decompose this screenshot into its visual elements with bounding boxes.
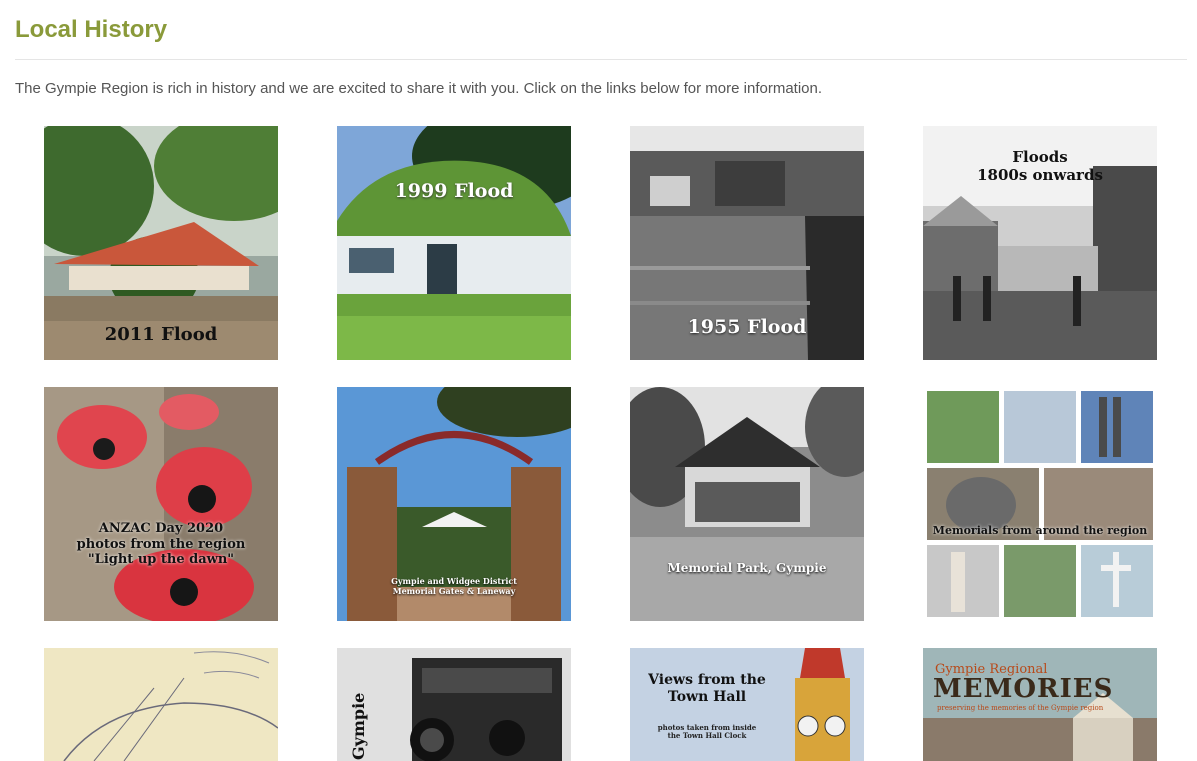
tile-camera[interactable]: Gympie <box>337 648 571 761</box>
tile-caption-line-1: Floods <box>1012 148 1068 166</box>
tile-image-camera <box>337 648 571 761</box>
tile-memorials-region[interactable]: Memorials from around the region <box>923 387 1157 621</box>
tile-memorial-gates[interactable]: Gympie and Widgee District Memorial Gate… <box>337 387 571 621</box>
page-title: Local History <box>15 16 168 43</box>
tile-1955-flood[interactable]: 1955 Flood <box>630 126 864 360</box>
tile-town-hall[interactable]: Views from the Town Hall photos taken fr… <box>630 648 864 761</box>
tile-caption: Memorials from around the region <box>932 524 1148 537</box>
tile-image-1999-flood <box>337 126 571 360</box>
tile-image-anzac-2020 <box>44 387 278 621</box>
tile-caption-line-1: Views from the <box>648 672 766 688</box>
tile-caption: Gympie <box>349 692 368 760</box>
tile-floods-1800s[interactable]: Floods 1800s onwards <box>923 126 1157 360</box>
tile-caption-line-3: preserving the memories of the Gympie re… <box>937 704 1104 712</box>
tile-caption-line-2: 1800s onwards <box>977 166 1103 184</box>
tile-regional-memories[interactable]: Gympie Regional MEMORIES preserving the … <box>923 648 1157 761</box>
tile-caption-line-1: ANZAC Day 2020 <box>98 521 224 536</box>
tile-caption-line-3: "Light up the dawn" <box>87 552 235 568</box>
tile-caption-line-2: photos from the region <box>76 536 246 552</box>
tile-caption: Memorial Park, Gympie <box>667 561 827 575</box>
tile-image-memorials-region <box>923 387 1157 621</box>
tile-old-map[interactable] <box>44 648 278 761</box>
tile-1999-flood[interactable]: 1999 Flood <box>337 126 571 360</box>
tile-caption: 1955 Flood <box>687 316 807 338</box>
tile-2011-flood[interactable]: 2011 Flood <box>44 126 278 360</box>
title-divider <box>15 59 1187 60</box>
tile-image-memorial-park <box>630 387 864 621</box>
tile-image-old-map <box>44 648 278 761</box>
tile-caption-line-2: MEMORIES <box>933 674 1114 704</box>
tile-caption-line-4: the Town Hall Clock <box>667 731 747 741</box>
tile-caption-line-2: Memorial Gates & Laneway <box>392 585 516 596</box>
intro-text: The Gympie Region is rich in history and… <box>15 80 823 97</box>
tile-anzac-2020[interactable]: ANZAC Day 2020 photos from the region "L… <box>44 387 278 621</box>
tile-caption-line-2: Town Hall <box>667 688 747 705</box>
tile-memorial-park[interactable]: Memorial Park, Gympie <box>630 387 864 621</box>
tile-caption: 2011 Flood <box>104 324 218 345</box>
tile-caption: 1999 Flood <box>394 180 514 202</box>
